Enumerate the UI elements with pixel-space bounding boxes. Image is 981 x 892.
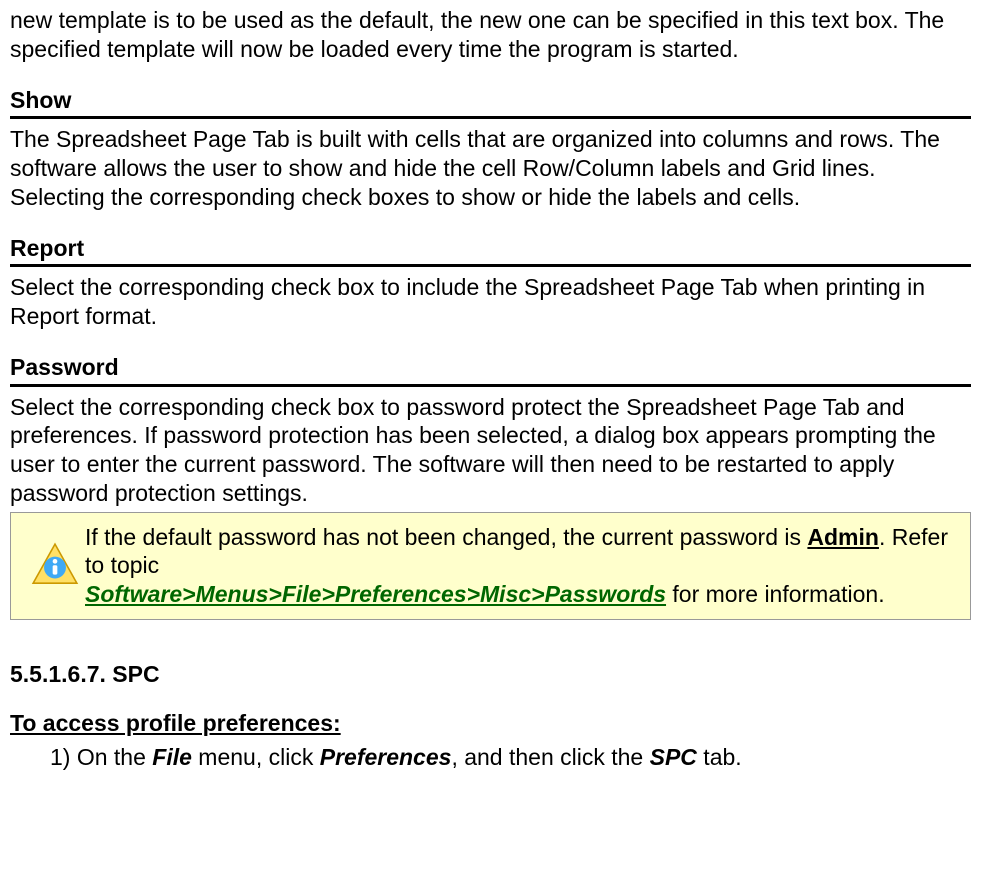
step-1-menu-preferences: Preferences <box>320 744 452 770</box>
note-text: If the default password has not been cha… <box>85 523 956 609</box>
note-pre: If the default password has not been cha… <box>85 524 807 550</box>
document-page: new template is to be used as the defaul… <box>0 6 981 798</box>
section-body-password: Select the corresponding check box to pa… <box>10 393 971 508</box>
info-icon <box>25 523 85 591</box>
note-box: If the default password has not been cha… <box>10 512 971 620</box>
section-body-report: Select the corresponding check box to in… <box>10 273 971 331</box>
section-heading-report: Report <box>10 234 971 268</box>
step-1-tab-spc: SPC <box>650 744 697 770</box>
note-admin-word: Admin <box>807 524 879 550</box>
numbered-heading-spc: 5.5.1.6.7. SPC <box>10 660 971 689</box>
note-post: for more information. <box>666 581 885 607</box>
section-heading-password: Password <box>10 353 971 387</box>
step-1-pre: 1) On the <box>50 744 152 770</box>
intro-paragraph: new template is to be used as the defaul… <box>10 6 971 64</box>
step-1-post: tab. <box>697 744 742 770</box>
section-heading-show: Show <box>10 86 971 120</box>
step-1-mid2: , and then click the <box>451 744 649 770</box>
step-1-menu-file: File <box>152 744 192 770</box>
step-1-mid1: menu, click <box>192 744 320 770</box>
step-1: 1) On the File menu, click Preferences, … <box>50 743 971 772</box>
subheading-access-profile-preferences: To access profile preferences: <box>10 709 971 738</box>
note-reference-link[interactable]: Software>Menus>File>Preferences>Misc>Pas… <box>85 581 666 607</box>
section-body-show: The Spreadsheet Page Tab is built with c… <box>10 125 971 211</box>
